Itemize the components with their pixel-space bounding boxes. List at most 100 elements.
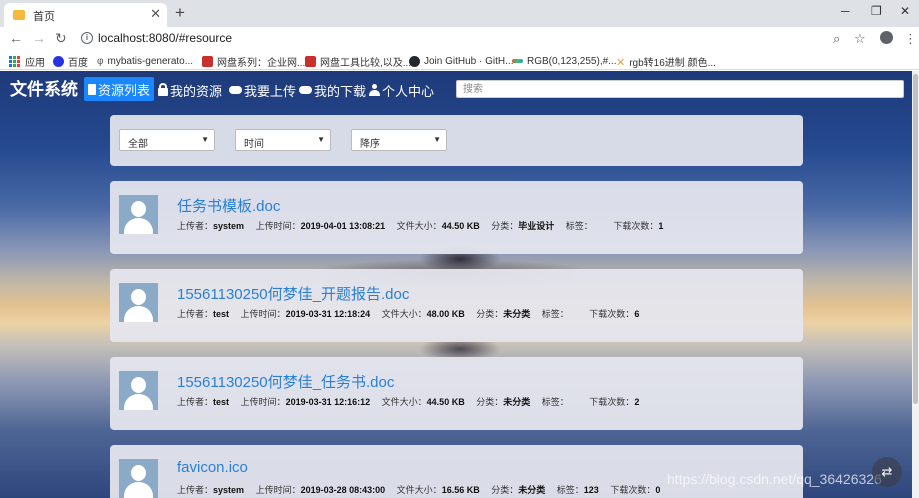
search-input[interactable] xyxy=(456,80,904,98)
minimize-icon[interactable]: ─ xyxy=(841,4,850,18)
download-count-value: 1 xyxy=(658,221,664,231)
resource-card: 15561130250何梦佳_任务书.doc 上传者：test 上传时间：201… xyxy=(110,357,803,430)
bookmark-label: rgb转16进制 颜色... xyxy=(629,57,716,69)
select-value: 时间 xyxy=(244,139,264,150)
zoom-icon[interactable]: ⌕ xyxy=(833,31,840,47)
menu-kebab-icon[interactable]: ⋮ xyxy=(904,31,917,47)
bookmark-label: 网盘工具比较,以及... xyxy=(320,57,412,69)
link-icon: φ xyxy=(97,55,104,67)
upload-time-value: 2019-03-28 08:43:00 xyxy=(300,485,386,495)
site-info-icon[interactable]: i xyxy=(81,32,93,44)
upload-time-value: 2019-03-31 12:16:12 xyxy=(285,397,371,407)
nav-my-resources[interactable]: 我的资源 xyxy=(158,79,222,101)
download-count-value: 2 xyxy=(634,397,640,407)
rgb-icon xyxy=(512,59,523,63)
file-meta: 上传者：system 上传时间：2019-04-01 13:08:21 文件大小… xyxy=(177,221,664,231)
document-icon xyxy=(88,83,96,95)
apps-grid-icon xyxy=(9,55,20,67)
nav-profile[interactable]: 个人中心 xyxy=(369,79,434,101)
nav-label: 我要上传 xyxy=(244,83,297,99)
file-name-link[interactable]: favicon.ico xyxy=(177,459,248,476)
browser-tab[interactable]: 首页 ✕ xyxy=(4,3,167,27)
bookmark-label: mybatis-generato... xyxy=(107,55,194,67)
bookmark-label: 网盘系列：企业网... xyxy=(217,57,306,69)
lock-icon xyxy=(158,83,168,96)
user-avatar-icon xyxy=(119,371,158,410)
bookmark-netdisk-tools[interactable]: 网盘工具比较,以及... xyxy=(305,54,412,69)
category-value: 毕业设计 xyxy=(518,221,555,231)
uploader-value: system xyxy=(213,485,245,495)
dropdown-caret-icon: ▼ xyxy=(433,135,441,144)
new-tab-icon[interactable]: + xyxy=(175,3,185,23)
bookmark-netdisk-series[interactable]: 网盘系列：企业网... xyxy=(202,54,306,69)
category-value: 未分类 xyxy=(503,309,531,319)
page-viewport: 文件系统 资源列表 我的资源 我要上传 我的下载 个人中心 全部 ▼ xyxy=(0,71,912,498)
resource-card: 15561130250何梦佳_开题报告.doc 上传者：test 上传时间：20… xyxy=(110,269,803,342)
bookmark-rgb-hex[interactable]: ✕ rgb转16进制 颜色... xyxy=(616,54,716,69)
close-tab-icon[interactable]: ✕ xyxy=(150,6,161,22)
tools-icon: ✕ xyxy=(616,56,626,69)
user-icon xyxy=(369,84,380,96)
nav-label: 个人中心 xyxy=(382,83,435,99)
file-name-link[interactable]: 15561130250何梦佳_任务书.doc xyxy=(177,371,394,392)
browser-toolbar: ← → ↻ i localhost:8080/#resource ⌕ ☆ ⋮ xyxy=(0,27,919,51)
file-size-value: 44.50 KB xyxy=(441,221,480,231)
sort-field-select[interactable]: 时间 ▼ xyxy=(235,129,331,151)
bookmark-baidu[interactable]: 百度 xyxy=(53,54,88,69)
bookmark-label: Join GitHub · GitH... xyxy=(424,55,514,67)
nav-label: 我的下载 xyxy=(314,83,367,99)
category-value: 未分类 xyxy=(503,397,531,407)
bookmark-apps[interactable]: 应用 xyxy=(9,54,45,69)
scrollbar-thumb[interactable] xyxy=(913,74,918,404)
select-value: 全部 xyxy=(128,139,148,150)
nav-my-downloads[interactable]: 我的下载 xyxy=(299,79,366,101)
cloud-upload-icon xyxy=(229,86,242,94)
select-value: 降序 xyxy=(360,139,380,150)
watermark-text: https://blog.csdn.net/qq_36426326 xyxy=(667,471,882,487)
forward-icon[interactable]: → xyxy=(32,30,46,46)
file-name-link[interactable]: 任务书模板.doc xyxy=(177,195,280,216)
upload-time-value: 2019-04-01 13:08:21 xyxy=(300,221,386,231)
download-count-value: 6 xyxy=(634,309,640,319)
page-scrollbar[interactable] xyxy=(912,71,919,498)
csdn-c-icon xyxy=(202,55,213,67)
nav-resource-list[interactable]: 资源列表 xyxy=(84,77,155,101)
reload-icon[interactable]: ↻ xyxy=(55,30,67,47)
nav-upload[interactable]: 我要上传 xyxy=(229,79,296,101)
file-name-link[interactable]: 15561130250何梦佳_开题报告.doc xyxy=(177,283,409,304)
tags-value: 123 xyxy=(583,485,599,495)
file-size-value: 44.50 KB xyxy=(426,397,465,407)
bookmark-mybatis[interactable]: φ mybatis-generato... xyxy=(97,54,193,68)
file-meta: 上传者：test 上传时间：2019-03-31 12:16:12 文件大小：4… xyxy=(177,397,640,407)
bookmark-rgb[interactable]: RGB(0,123,255),#... xyxy=(512,54,617,68)
window-close-icon[interactable]: ✕ xyxy=(900,4,910,18)
order-select[interactable]: 降序 ▼ xyxy=(351,129,447,151)
bookmark-label: 百度 xyxy=(68,57,88,69)
cloud-download-icon xyxy=(299,86,312,94)
download-count-value: 0 xyxy=(655,485,661,495)
profile-avatar-icon[interactable] xyxy=(880,31,893,44)
dropdown-caret-icon: ▼ xyxy=(201,135,209,144)
file-size-value: 48.00 KB xyxy=(426,309,465,319)
uploader-value: system xyxy=(213,221,245,231)
restore-icon[interactable]: ❐ xyxy=(871,4,882,18)
category-select[interactable]: 全部 ▼ xyxy=(119,129,215,151)
user-avatar-icon xyxy=(119,283,158,322)
browser-tab-strip: 首页 ✕ + ─ ❐ ✕ xyxy=(0,0,919,27)
uploader-value: test xyxy=(213,309,230,319)
top-navbar: 文件系统 资源列表 我的资源 我要上传 我的下载 个人中心 xyxy=(0,71,912,107)
uploader-value: test xyxy=(213,397,230,407)
bookmark-star-icon[interactable]: ☆ xyxy=(854,31,866,47)
back-icon[interactable]: ← xyxy=(9,30,23,46)
user-avatar-icon xyxy=(119,195,158,234)
bookmark-github[interactable]: Join GitHub · GitH... xyxy=(409,54,513,68)
address-bar[interactable]: localhost:8080/#resource xyxy=(98,31,232,45)
filter-panel: 全部 ▼ 时间 ▼ 降序 ▼ xyxy=(110,115,803,166)
upload-time-value: 2019-03-31 12:18:24 xyxy=(285,309,371,319)
brand-title[interactable]: 文件系统 xyxy=(10,75,78,100)
github-icon xyxy=(409,55,420,67)
bookmark-label: 应用 xyxy=(25,57,45,69)
folder-favicon-icon xyxy=(13,10,25,20)
paw-icon xyxy=(53,55,64,67)
floating-action-icon[interactable]: ⇄ xyxy=(872,457,902,487)
